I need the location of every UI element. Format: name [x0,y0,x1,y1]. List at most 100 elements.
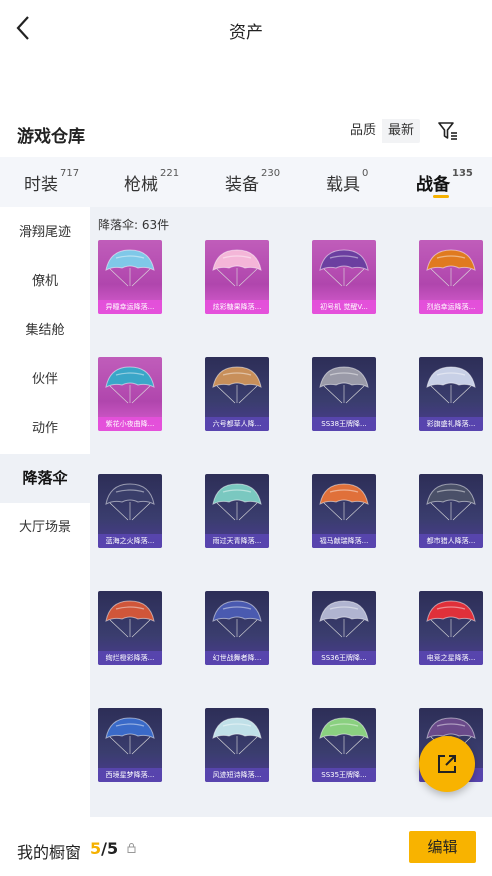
item-name: 紫花小夜曲降... [98,417,162,431]
item-name: 烈焰幸运降落... [419,300,483,314]
tab-weapons[interactable]: 枪械221 [124,168,180,195]
parachute-icon [105,249,155,287]
parachute-item[interactable]: 福马献瑞降落... [312,474,376,548]
item-name: SS38王牌降... [312,417,376,431]
parachute-item[interactable]: 蓝海之火降落... [98,474,162,548]
parachute-icon [105,600,155,638]
parachute-item[interactable]: 炫彩糖果降落... [205,240,269,314]
item-name: 福马献瑞降落... [312,534,376,548]
parachute-item[interactable]: 都市猎人降落... [419,474,483,548]
share-button[interactable] [419,736,475,792]
parachute-item[interactable]: 初号机 觉醒V... [312,240,376,314]
tab-fashion[interactable]: 时装717 [24,168,80,195]
item-name: 风迹短诗降落... [205,768,269,782]
parachute-icon [426,483,476,521]
parachute-icon [212,600,262,638]
tab-count: 0 [362,168,369,179]
edit-button[interactable]: 编辑 [409,831,476,863]
item-name: 异瞳幸运降落... [98,300,162,314]
sidebar-item-emote[interactable]: 动作 [0,404,90,453]
showcase-total: /5 [101,839,119,858]
parachute-item[interactable]: 彩旗盛礼降落... [419,357,483,431]
showcase-count: 5/5 [90,839,118,858]
parachute-item[interactable]: SS35王牌降... [312,708,376,782]
item-name: 绚烂橙彩降落... [98,651,162,665]
tab-label: 时装 [24,175,58,195]
parachute-icon [212,249,262,287]
parachute-item[interactable]: SS36王牌降... [312,591,376,665]
parachute-icon [319,717,369,755]
item-name: SS36王牌降... [312,651,376,665]
showcase-bar: 我的橱窗 5/5 编辑 [0,817,492,876]
category-tabs: 时装717 枪械221 装备230 载具0 战备135 [0,157,492,207]
tab-equipment[interactable]: 装备230 [225,168,281,195]
tab-label: 载具 [326,175,360,195]
sidebar-item-wingman[interactable]: 僚机 [0,257,90,306]
parachute-icon [319,249,369,287]
item-grid-panel: 降落伞: 63件 异瞳幸运降落... 炫彩糖果降落... 初号机 觉醒V... 烈焰幸… [90,207,492,817]
item-name: SS35王牌降... [312,768,376,782]
item-name: 蓝海之火降落... [98,534,162,548]
sort-quality-button[interactable]: 品质 [344,119,383,143]
tab-label: 战备 [416,175,450,195]
item-name: 都市猎人降落... [419,534,483,548]
filter-icon[interactable] [437,120,459,142]
item-name: 初号机 觉醒V... [312,300,376,314]
sidebar-item-partner[interactable]: 伙伴 [0,355,90,404]
parachute-item[interactable]: 异瞳幸运降落... [98,240,162,314]
page-title: 资产 [229,23,263,43]
parachute-icon [426,249,476,287]
parachute-icon [426,366,476,404]
item-name: 六号都草人降... [205,417,269,431]
parachute-item[interactable]: 电竞之星降落... [419,591,483,665]
tab-count: 717 [60,168,80,179]
item-count: 降落伞: 63件 [98,218,170,232]
tab-label: 装备 [225,175,259,195]
top-bar: 资产 [0,0,492,58]
item-name: 西境星梦降落... [98,768,162,782]
tab-label: 枪械 [124,175,158,195]
parachute-item[interactable]: SS38王牌降... [312,357,376,431]
sidebar-item-lobby-scene[interactable]: 大厅场景 [0,503,90,552]
parachute-icon [319,366,369,404]
item-name: 彩旗盛礼降落... [419,417,483,431]
parachute-item[interactable]: 六号都草人降... [205,357,269,431]
tab-count: 221 [160,168,180,179]
sort-toggle: 品质 最新 [344,119,421,143]
parachute-item[interactable]: 西境星梦降落... [98,708,162,782]
parachute-item[interactable]: 风迹短诗降落... [205,708,269,782]
parachute-icon [105,366,155,404]
showcase-label: 我的橱窗 [17,843,82,862]
sort-latest-button[interactable]: 最新 [382,119,420,143]
sidebar-item-parachute[interactable]: 降落伞 [0,454,90,503]
active-tab-indicator [433,195,449,198]
parachute-icon [212,483,262,521]
item-name: 雨过天青降落... [205,534,269,548]
share-icon [438,755,456,773]
parachute-icon [105,483,155,521]
item-name: 电竞之星降落... [419,651,483,665]
tab-battle-prep[interactable]: 战备135 [416,168,473,195]
tab-count: 135 [452,168,473,179]
parachute-item[interactable]: 紫花小夜曲降... [98,357,162,431]
parachute-icon [212,366,262,404]
item-name: 炫彩糖果降落... [205,300,269,314]
lock-icon [127,843,136,853]
sidebar: 滑翔尾迹 僚机 集结舱 伙伴 动作 降落伞 大厅场景 [0,207,90,817]
parachute-item[interactable]: 雨过天青降落... [205,474,269,548]
parachute-icon [319,483,369,521]
parachute-item[interactable]: 绚烂橙彩降落... [98,591,162,665]
showcase-current: 5 [90,839,102,858]
parachute-item[interactable]: 烈焰幸运降落... [419,240,483,314]
parachute-icon [319,600,369,638]
warehouse-title: 游戏仓库 [17,127,85,147]
tab-vehicles[interactable]: 载具0 [326,168,369,195]
sidebar-item-pod[interactable]: 集结舱 [0,306,90,355]
parachute-icon [426,600,476,638]
parachute-icon [212,717,262,755]
parachute-item[interactable]: 幻世战舞者降... [205,591,269,665]
tab-count: 230 [261,168,281,179]
parachute-icon [105,717,155,755]
item-name: 幻世战舞者降... [205,651,269,665]
sidebar-item-glide-trail[interactable]: 滑翔尾迹 [0,208,90,257]
